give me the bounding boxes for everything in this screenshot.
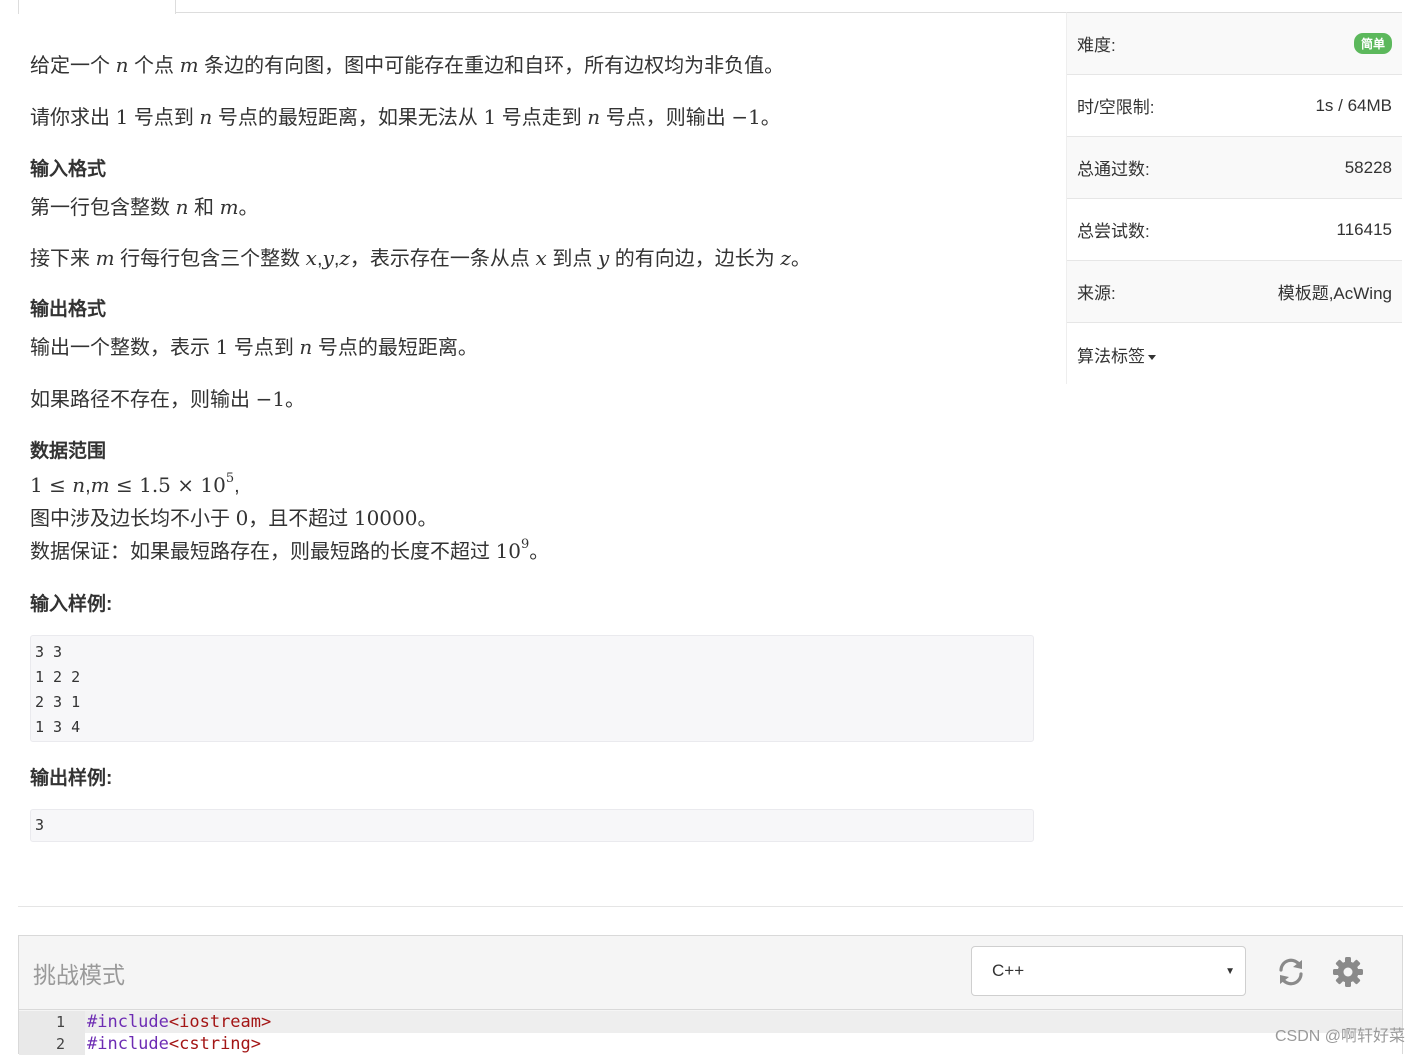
challenge-mode-title: 挑战模式 (33, 962, 125, 988)
range-3: 数据保证：如果最短路存在，则最短路的长度不超过 109。 (30, 537, 550, 563)
range-2: 图中涉及边长均不小于 0，且不超过 10000。 (30, 506, 438, 530)
output-format-heading: 输出格式 (30, 299, 107, 320)
attempts-label: 总尝试数: (1077, 222, 1150, 241)
select-arrow-icon: ▼ (1225, 965, 1235, 977)
include-directive: #include (87, 1034, 169, 1054)
tags-label: 算法标签 (1077, 346, 1145, 366)
attempts-value: 116415 (1336, 219, 1392, 239)
source-label: 来源: (1077, 284, 1116, 303)
attempts-row: 总尝试数: 116415 (1067, 199, 1402, 261)
header-name: <cstring> (168, 1034, 262, 1054)
source-value: 模板题,AcWing (1277, 284, 1392, 303)
gear-icon[interactable] (1330, 954, 1366, 990)
include-directive: #include (87, 1012, 169, 1032)
passed-value: 58228 (1344, 157, 1392, 177)
data-range-heading: 数据范围 (30, 441, 107, 462)
sample-input: 3 3 1 2 2 2 3 1 1 3 4 (30, 635, 1034, 742)
problem-info-panel: 难度: 简单 时/空限制: 1s / 64MB 总通过数: 58228 总尝试数… (1066, 12, 1402, 384)
header-name: <iostream> (168, 1012, 272, 1032)
language-select[interactable]: C++ ▼ (971, 946, 1246, 996)
output-1: 输出一个整数，表示 1 号点到 n 号点的最短距离。 (30, 335, 478, 359)
code-line[interactable]: 1 #include<iostream> (19, 1011, 1402, 1033)
line-number: 2 (19, 1033, 85, 1055)
editor-header: 挑战模式 C++ ▼ (19, 936, 1402, 1010)
section-divider (18, 906, 1403, 907)
refresh-icon[interactable] (1273, 954, 1309, 990)
difficulty-row: 难度: 简单 (1067, 13, 1402, 75)
passed-label: 总通过数: (1077, 160, 1150, 179)
problem-content: 给定一个 n 个点 m 条边的有向图，图中可能存在重边和自环，所有边权均为非负值… (30, 50, 1034, 842)
tab-underline (176, 12, 1066, 13)
problem-tab[interactable] (18, 0, 176, 14)
sample-output: 3 (30, 809, 1034, 842)
source-row: 来源: 模板题,AcWing (1067, 261, 1402, 323)
caret-down-icon (1148, 354, 1156, 360)
range-1: 1 ≤ n,m ≤ 1.5 × 105, (30, 471, 240, 497)
limit-row: 时/空限制: 1s / 64MB (1067, 75, 1402, 137)
output-2: 如果路径不存在，则输出 −1。 (30, 387, 306, 411)
input-format-heading: 输入格式 (30, 159, 107, 180)
input-2: 接下来 m 行每行包含三个整数 x,y,z，表示存在一条从点 x 到点 y 的有… (30, 246, 811, 270)
code-line[interactable]: 2 #include<cstring> (19, 1033, 1402, 1055)
code-editor-panel: 挑战模式 C++ ▼ 1 #include<iostream> 2 #inclu… (18, 935, 1403, 1055)
difficulty-label: 难度: (1077, 36, 1116, 55)
limit-value: 1s / 64MB (1315, 95, 1392, 115)
desc-1: 给定一个 n 个点 m 条边的有向图，图中可能存在重边和自环，所有边权均为非负值… (30, 53, 785, 77)
desc-2: 请你求出 1 号点到 n 号点的最短距离，如果无法从 1 号点走到 n 号点，则… (30, 105, 781, 129)
line-number: 1 (19, 1011, 85, 1033)
sample-input-heading: 输入样例: (30, 594, 113, 615)
limit-label: 时/空限制: (1077, 98, 1155, 117)
language-value: C++ (992, 961, 1025, 980)
tags-toggle[interactable]: 算法标签 (1077, 342, 1156, 367)
tags-row[interactable]: 算法标签 (1067, 323, 1402, 385)
csdn-watermark: CSDN @啊轩好菜 (1274, 1028, 1405, 1045)
code-input-area[interactable]: 1 #include<iostream> 2 #include<cstring> (19, 1011, 1402, 1055)
difficulty-badge: 简单 (1353, 33, 1392, 54)
input-1: 第一行包含整数 n 和 m。 (30, 195, 259, 219)
passed-row: 总通过数: 58228 (1067, 137, 1402, 199)
sample-output-heading: 输出样例: (30, 768, 113, 789)
